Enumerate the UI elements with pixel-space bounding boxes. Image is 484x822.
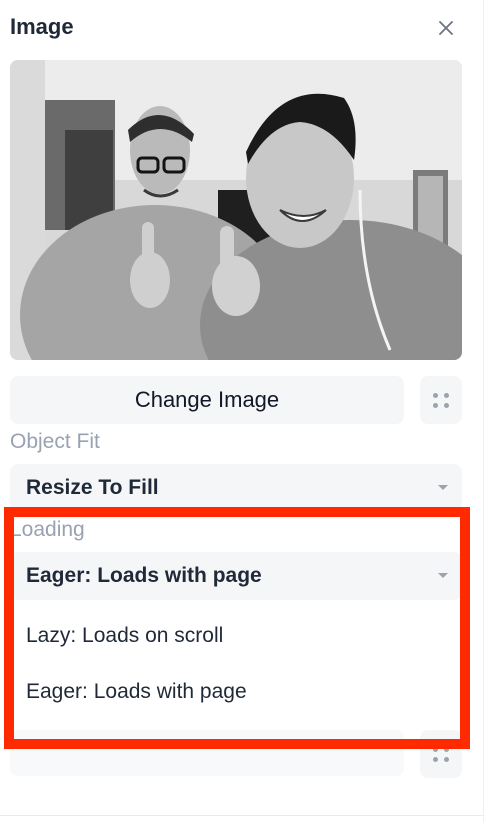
chevron-down-icon	[438, 485, 448, 490]
loading-option-eager[interactable]: Eager: Loads with page	[26, 680, 247, 704]
object-fit-selected-value: Resize To Fill	[26, 476, 159, 499]
hidden-field[interactable]	[10, 730, 404, 776]
drag-dot	[433, 403, 438, 408]
loading-label: Loading	[10, 518, 85, 541]
loading-dropdown-menu: Lazy: Loads on scroll Eager: Loads with …	[10, 600, 462, 730]
drag-dot	[444, 393, 449, 398]
drag-dot	[433, 747, 438, 752]
drag-handle-icon[interactable]	[420, 376, 462, 424]
object-fit-select[interactable]: Resize To Fill	[10, 464, 462, 512]
panel-title: Image	[10, 14, 74, 39]
image-preview	[10, 60, 462, 360]
object-fit-label: Object Fit	[10, 430, 100, 453]
close-icon[interactable]	[432, 14, 460, 42]
loading-selected-value: Eager: Loads with page	[26, 564, 262, 587]
drag-dot	[444, 747, 449, 752]
close-icon-glyph	[439, 21, 453, 35]
drag-dot	[433, 393, 438, 398]
drag-dot	[444, 403, 449, 408]
panel-bottom-border	[0, 815, 484, 816]
change-image-button[interactable]: Change Image	[10, 376, 404, 424]
chevron-down-icon	[438, 573, 448, 578]
loading-option-lazy[interactable]: Lazy: Loads on scroll	[26, 624, 223, 648]
drag-dot	[433, 757, 438, 762]
loading-select[interactable]: Eager: Loads with page	[10, 552, 462, 600]
drag-handle-icon[interactable]	[420, 730, 462, 778]
selfie-photo	[10, 60, 462, 360]
image-settings-panel: Image Change Image Object Fit Resize To …	[0, 0, 484, 822]
drag-dot	[444, 757, 449, 762]
